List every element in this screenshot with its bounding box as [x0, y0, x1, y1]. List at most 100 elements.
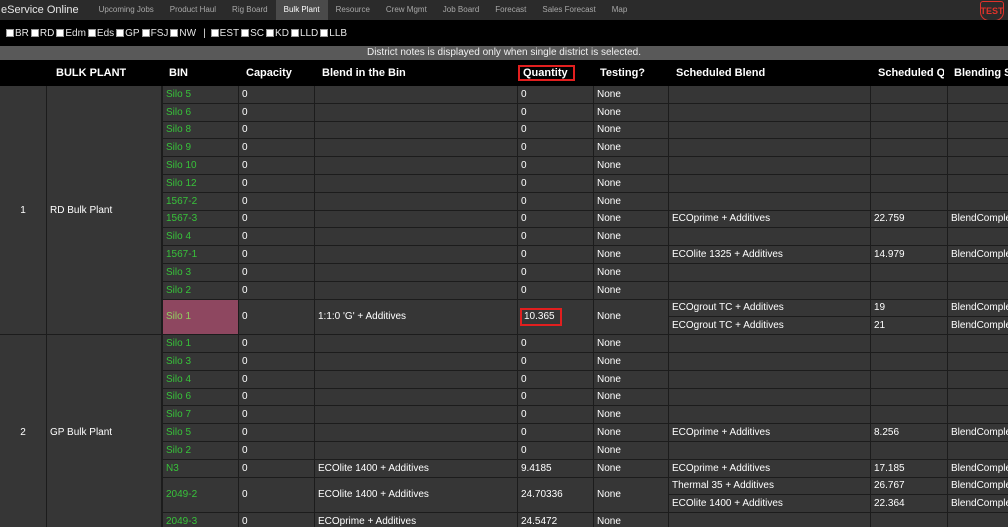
district-filter[interactable]: NW [170, 28, 196, 39]
cell-testing: None [593, 406, 668, 424]
bin-link[interactable]: Silo 6 [162, 103, 238, 121]
header-bin[interactable]: BIN [169, 60, 188, 86]
bin-link[interactable]: 2049-3 [162, 513, 238, 527]
district-checkbox[interactable] [290, 29, 299, 37]
district-checkbox[interactable] [320, 29, 329, 37]
nav-tab[interactable]: Rig Board [224, 0, 276, 20]
table-row[interactable]: Silo 12 0 0 None [162, 175, 1008, 193]
district-checkbox[interactable] [87, 29, 96, 37]
district-filter[interactable]: GP [116, 28, 140, 39]
district-filter[interactable]: RD [30, 28, 54, 39]
bin-link[interactable]: Silo 10 [162, 157, 238, 174]
header-blending-status[interactable]: Blending Status [954, 60, 1008, 86]
table-row[interactable]: Silo 8 0 0 None [162, 121, 1008, 140]
header-bulk-plant[interactable]: BULK PLANT [56, 60, 126, 86]
header-scheduled-blend[interactable]: Scheduled Blend [676, 60, 765, 86]
header-blend-in-bin[interactable]: Blend in the Bin [322, 60, 406, 86]
district-filter[interactable]: Eds [87, 28, 114, 39]
bulk-plant-name[interactable]: RD Bulk Plant [47, 86, 162, 336]
nav-tab[interactable]: Forecast [487, 0, 534, 20]
district-filter[interactable]: BR [6, 28, 29, 39]
bulk-plant-name[interactable]: GP Bulk Plant [47, 335, 162, 527]
table-row[interactable]: Silo 4 0 0 None [162, 228, 1008, 247]
district-checkbox[interactable] [56, 29, 65, 37]
nav-tab[interactable]: Upcoming Jobs [91, 0, 162, 20]
district-filter[interactable]: LLD [290, 28, 318, 39]
district-checkbox[interactable] [266, 29, 275, 37]
district-checkbox[interactable] [210, 29, 219, 37]
scheduled-status[interactable]: BlendCompleted [948, 300, 1008, 318]
district-filter[interactable]: KD [266, 28, 289, 39]
table-row[interactable]: 1567-1 0 0 None ECOlite 1325 + Additives 14.9… [162, 246, 1008, 264]
bin-link[interactable]: Silo 7 [162, 406, 238, 424]
bin-link[interactable]: 2049-2 [162, 477, 238, 513]
table-row[interactable]: Silo 6 0 0 None [162, 388, 1008, 407]
table-row[interactable]: Silo 1 0 0 None [162, 335, 1008, 353]
nav-tab[interactable]: Bulk Plant [275, 0, 328, 20]
district-checkbox[interactable] [6, 29, 14, 37]
bin-link[interactable]: Silo 5 [162, 86, 238, 103]
bin-link[interactable]: Silo 1 [162, 299, 238, 335]
scheduled-status[interactable]: BlendCompleted [948, 495, 1008, 512]
header-capacity[interactable]: Capacity [246, 60, 292, 86]
bin-link[interactable]: Silo 6 [162, 388, 238, 406]
bin-link[interactable]: 1567-1 [162, 246, 238, 263]
table-row[interactable]: Silo 3 0 0 None [162, 264, 1008, 282]
cell-capacity: 0 [238, 513, 314, 527]
district-filter[interactable]: EST [210, 28, 239, 39]
scheduled-qty: 22.364 [874, 498, 905, 510]
table-row[interactable]: Silo 7 0 0 None [162, 406, 1008, 425]
bin-link[interactable]: Silo 5 [162, 424, 238, 441]
nav-tab[interactable]: Job Board [435, 0, 487, 20]
bin-link[interactable]: Silo 8 [162, 121, 238, 139]
bin-link[interactable]: Silo 2 [162, 442, 238, 459]
bin-link[interactable]: Silo 1 [162, 335, 238, 352]
scheduled-status[interactable]: BlendCompleted [948, 317, 1008, 334]
district-checkbox[interactable] [116, 29, 125, 37]
table-row[interactable]: Silo 5 0 0 None ECOprime + Additives 8.256 Ble… [162, 424, 1008, 442]
table-row[interactable]: 1567-3 0 0 None ECOprime + Additives 22.759 Bl… [162, 210, 1008, 229]
table-row[interactable]: Silo 1 0 1:1:0 'G' + Additives 10.365 None EC… [162, 299, 1008, 336]
bin-link[interactable]: Silo 9 [162, 139, 238, 157]
bin-link[interactable]: Silo 2 [162, 281, 238, 299]
table-row[interactable]: Silo 9 0 0 None [162, 139, 1008, 158]
table-row[interactable]: 2049-2 0 ECOlite 1400 + Additives 24.70336 N… [162, 477, 1008, 514]
bin-link[interactable]: Silo 3 [162, 353, 238, 370]
district-filter[interactable]: FSJ [141, 28, 168, 39]
cell-quantity: 24.70336 [517, 477, 593, 513]
bin-link[interactable]: Silo 3 [162, 264, 238, 281]
table-row[interactable]: N3 0 ECOlite 1400 + Additives 9.4185 None ECO… [162, 459, 1008, 478]
bin-link[interactable]: Silo 4 [162, 228, 238, 246]
bin-link[interactable]: Silo 12 [162, 175, 238, 192]
table-row[interactable]: Silo 10 0 0 None [162, 157, 1008, 175]
header-scheduled-qty[interactable]: Scheduled QTY [878, 60, 944, 86]
district-filter[interactable]: Edm [56, 28, 86, 39]
nav-tab[interactable]: Crew Mgmt [378, 0, 435, 20]
bin-link[interactable]: 1567-2 [162, 192, 238, 210]
district-checkbox[interactable] [30, 29, 39, 37]
bin-link[interactable]: N3 [162, 459, 238, 477]
bin-link[interactable]: 1567-3 [162, 210, 238, 228]
table-row[interactable]: Silo 4 0 0 None [162, 370, 1008, 389]
bin-link[interactable]: Silo 4 [162, 370, 238, 388]
table-row[interactable]: 1567-2 0 0 None [162, 192, 1008, 211]
table-row[interactable]: 2049-3 0 ECOprime + Additives 24.5472 None [162, 513, 1008, 527]
district-checkbox[interactable] [170, 29, 179, 37]
nav-tab[interactable]: Sales Forecast [534, 0, 603, 20]
table-row[interactable]: Silo 2 0 0 None [162, 442, 1008, 460]
table-row[interactable]: Silo 2 0 0 None [162, 281, 1008, 300]
district-checkbox[interactable] [141, 29, 150, 37]
group-number: 1 [0, 86, 47, 336]
district-checkbox[interactable] [241, 29, 250, 37]
header-testing[interactable]: Testing? [600, 60, 645, 86]
table-row[interactable]: Silo 3 0 0 None [162, 353, 1008, 371]
district-filter[interactable]: LLB [320, 28, 347, 39]
nav-tab[interactable]: Resource [328, 0, 378, 20]
table-row[interactable]: Silo 5 0 0 None [162, 86, 1008, 104]
nav-tab[interactable]: Product Haul [162, 0, 224, 20]
nav-tab[interactable]: Map [604, 0, 636, 20]
scheduled-status[interactable]: BlendCompleted [948, 478, 1008, 496]
district-filter[interactable]: SC [241, 28, 264, 39]
table-row[interactable]: Silo 6 0 0 None [162, 103, 1008, 122]
app-title[interactable]: eService Online [0, 4, 79, 16]
